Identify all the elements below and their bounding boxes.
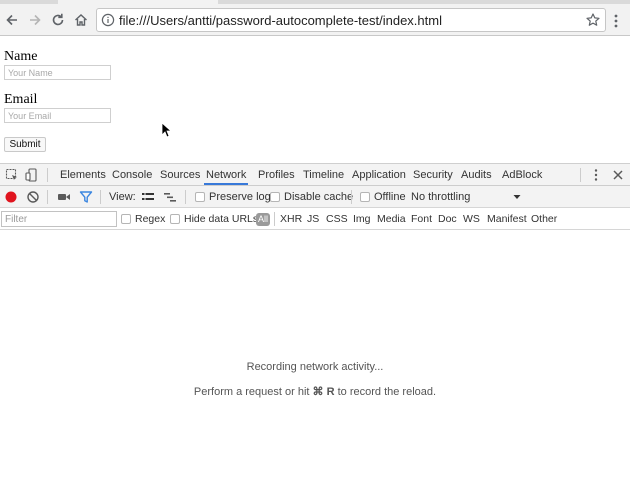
capture-screenshots-icon[interactable] [57, 190, 71, 204]
toolbar-divider [185, 190, 186, 204]
filter-type-manifest[interactable]: Manifest [487, 208, 527, 230]
filter-type-other[interactable]: Other [531, 208, 557, 230]
tab-sources[interactable]: Sources [160, 164, 200, 185]
filter-bar: Regex Hide data URLs All XHR JS CSS Img … [0, 208, 630, 230]
filter-type-doc[interactable]: Doc [438, 208, 457, 230]
filter-type-media[interactable]: Media [377, 208, 406, 230]
hide-data-urls-label[interactable]: Hide data URLs [184, 208, 258, 230]
url-text[interactable]: file:///Users/antti/password-autocomplet… [119, 13, 442, 28]
devtools-menu-icon[interactable] [589, 168, 603, 182]
tab-security[interactable]: Security [413, 164, 453, 185]
preserve-log-checkbox[interactable] [195, 192, 205, 202]
hide-data-urls-checkbox[interactable] [170, 214, 180, 224]
name-input[interactable] [4, 65, 111, 80]
waterfall-overview-icon[interactable] [163, 190, 177, 204]
back-icon[interactable] [2, 10, 22, 30]
name-label: Name [4, 49, 38, 64]
mouse-cursor-icon [161, 122, 171, 138]
tab-audits[interactable]: Audits [461, 164, 492, 185]
tab-elements[interactable]: Elements [60, 164, 106, 185]
device-toolbar-icon[interactable] [25, 168, 39, 182]
reload-hint: Perform a request or hit ⌘ R to record t… [0, 385, 630, 398]
tab-application[interactable]: Application [352, 164, 406, 185]
devtools-tab-bar: Elements Console Sources Network Profile… [0, 164, 630, 186]
network-toolbar: View: Preserve log Disable cache Offline… [0, 186, 630, 208]
filter-type-ws[interactable]: WS [463, 208, 480, 230]
devtools-panel: Elements Console Sources Network Profile… [0, 163, 630, 502]
filter-type-all[interactable]: All [256, 213, 271, 226]
tab-profiles[interactable]: Profiles [258, 164, 295, 185]
reload-icon[interactable] [48, 10, 68, 30]
toolbar-divider [47, 168, 48, 182]
tab-console[interactable]: Console [112, 164, 152, 185]
submit-button[interactable]: Submit [4, 137, 46, 152]
tab-network[interactable]: Network [204, 164, 249, 185]
clear-icon[interactable] [26, 190, 40, 204]
filter-type-js[interactable]: JS [307, 208, 319, 230]
filter-type-xhr[interactable]: XHR [280, 208, 302, 230]
toolbar-divider [351, 190, 352, 204]
toolbar-divider [274, 212, 275, 226]
filter-type-font[interactable]: Font [411, 208, 432, 230]
close-devtools-icon[interactable] [611, 168, 625, 182]
large-request-rows-icon[interactable] [141, 190, 155, 204]
browser-menu-icon[interactable] [611, 14, 621, 28]
page-content: Name Email Submit [0, 37, 630, 163]
address-bar[interactable]: file:///Users/antti/password-autocomplet… [96, 8, 606, 32]
reload-shortcut: ⌘ R [312, 386, 335, 398]
bookmark-star-icon[interactable] [585, 12, 601, 28]
toolbar-divider [580, 168, 581, 182]
regex-label[interactable]: Regex [135, 208, 165, 230]
reload-hint-text: Perform a request or hit [193, 386, 310, 398]
toolbar-divider [47, 190, 48, 204]
tab-timeline[interactable]: Timeline [303, 164, 344, 185]
inspect-element-icon[interactable] [5, 168, 19, 182]
regex-checkbox[interactable] [121, 214, 131, 224]
email-input[interactable] [4, 108, 111, 123]
email-label: Email [4, 92, 38, 107]
filter-type-css[interactable]: CSS [326, 208, 348, 230]
preserve-log-label[interactable]: Preserve log [209, 186, 271, 208]
filter-input[interactable] [1, 211, 117, 227]
filter-type-img[interactable]: Img [353, 208, 371, 230]
disable-cache-label[interactable]: Disable cache [284, 186, 353, 208]
throttling-select[interactable]: No throttling [411, 186, 470, 208]
disable-cache-checkbox[interactable] [270, 192, 280, 202]
view-label: View: [109, 191, 136, 203]
record-icon[interactable] [4, 190, 18, 204]
recording-status: Recording network activity... [246, 361, 384, 373]
reload-hint-text-end: to record the reload. [337, 386, 437, 398]
toolbar-divider [100, 190, 101, 204]
offline-checkbox[interactable] [360, 192, 370, 202]
offline-label[interactable]: Offline [374, 186, 406, 208]
info-icon[interactable] [101, 13, 115, 27]
browser-toolbar: file:///Users/antti/password-autocomplet… [0, 4, 630, 36]
chevron-down-icon[interactable] [512, 192, 522, 202]
forward-icon[interactable] [25, 10, 45, 30]
home-icon[interactable] [71, 10, 91, 30]
filter-funnel-icon[interactable] [79, 190, 93, 204]
tab-adblock[interactable]: AdBlock [502, 164, 542, 185]
